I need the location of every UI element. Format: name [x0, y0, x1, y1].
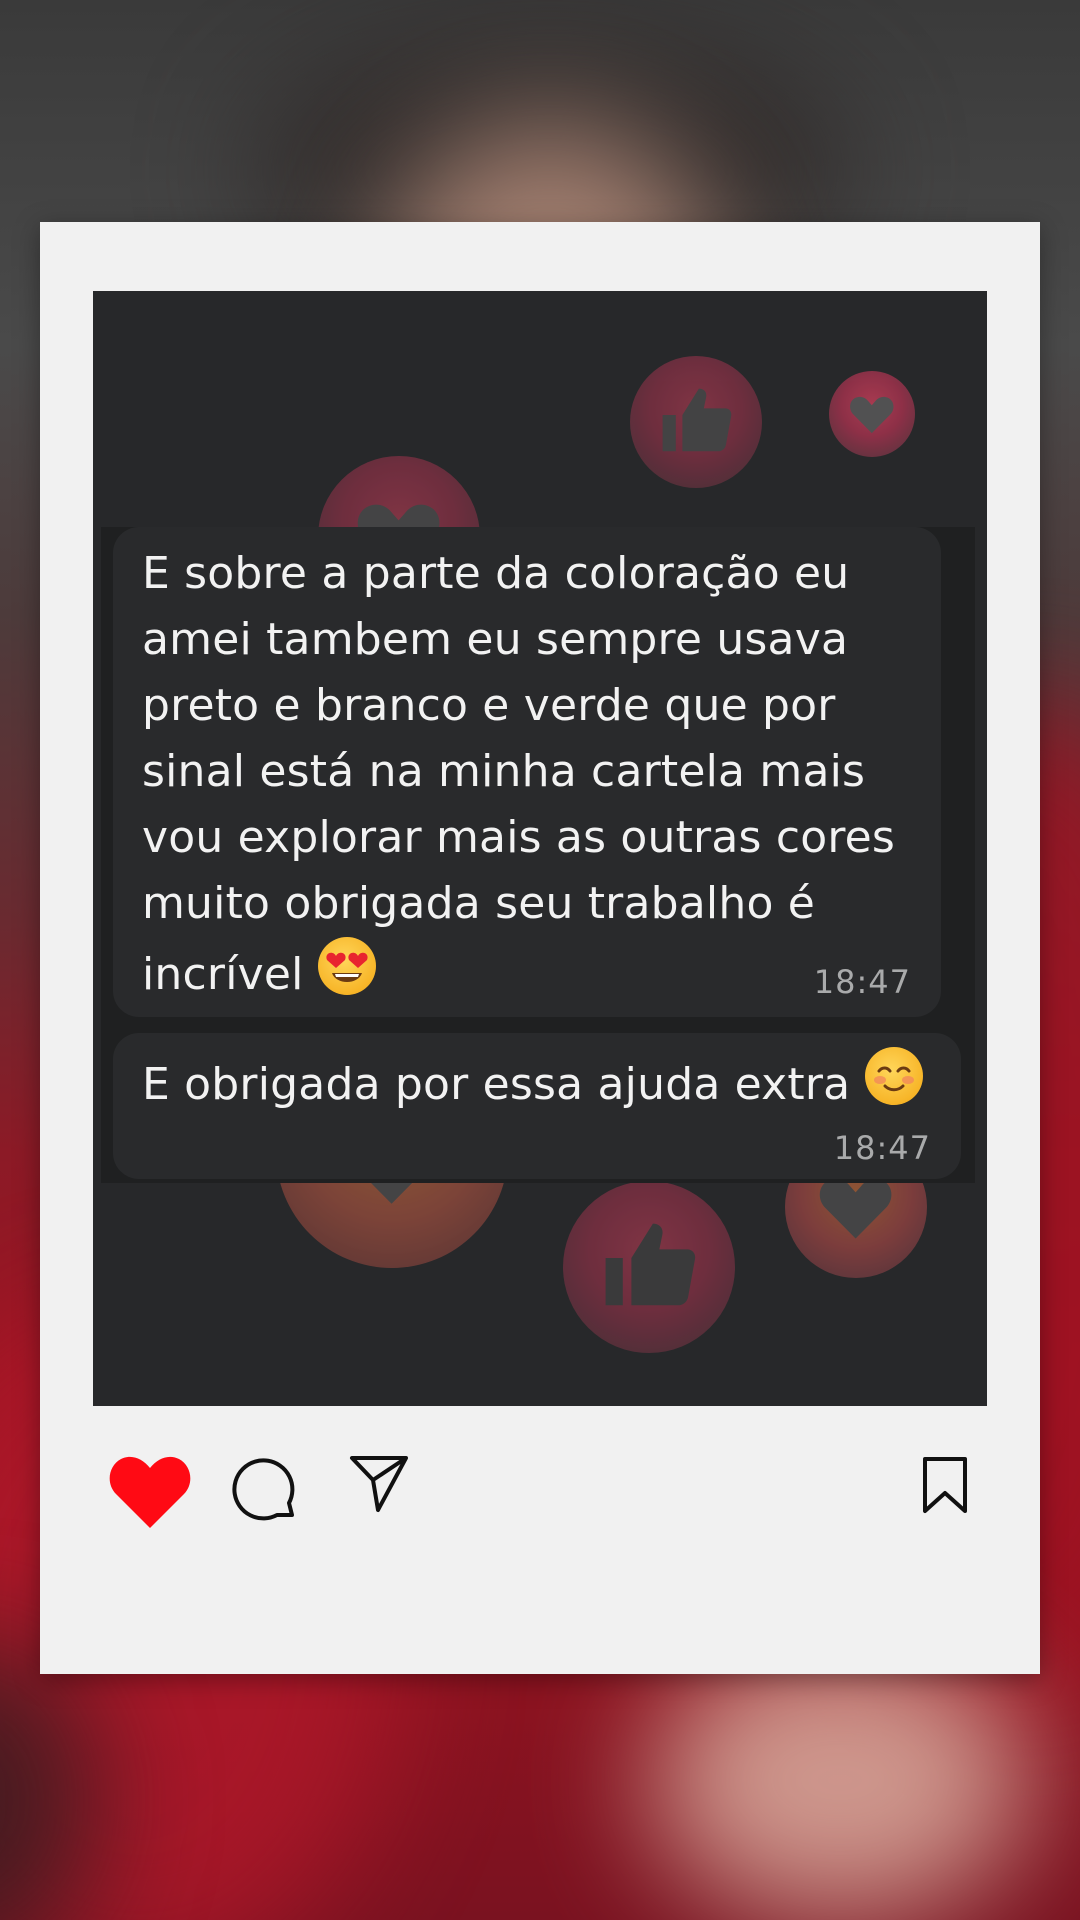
post-card: E sobre a parte da coloração eu amei tam…: [40, 222, 1040, 1674]
message-timestamp: 18:47: [833, 1129, 931, 1167]
bookmark-icon: [923, 1457, 967, 1513]
like-button[interactable]: [108, 1452, 192, 1532]
post-image: E sobre a parte da coloração eu amei tam…: [93, 291, 987, 1406]
thumbs-up-icon: [563, 1181, 735, 1353]
save-button[interactable]: [920, 1455, 970, 1515]
message-text: E obrigada por essa ajuda extra: [142, 1047, 931, 1118]
heart-icon: [109, 1456, 191, 1528]
thumbs-up-icon: [630, 356, 762, 488]
smiling-blush-emoji-icon: [864, 1047, 923, 1105]
comment-icon: [232, 1458, 295, 1521]
message-timestamp: 18:47: [813, 963, 911, 1001]
heart-eyes-emoji-icon: [317, 937, 376, 995]
comment-button[interactable]: [230, 1454, 300, 1526]
message-text: E sobre a parte da coloração eu amei tam…: [142, 548, 896, 1000]
post-action-bar: [40, 1452, 1040, 1542]
send-icon: [350, 1456, 408, 1512]
share-button[interactable]: [348, 1454, 410, 1514]
heart-icon: [829, 371, 915, 457]
background-blur-hand: [650, 1640, 1030, 1920]
message-bubble: E sobre a parte da coloração eu amei tam…: [113, 527, 941, 1017]
chat-screenshot: E sobre a parte da coloração eu amei tam…: [101, 527, 975, 1183]
message-bubble: E obrigada por essa ajuda extra 18:47: [113, 1033, 961, 1179]
